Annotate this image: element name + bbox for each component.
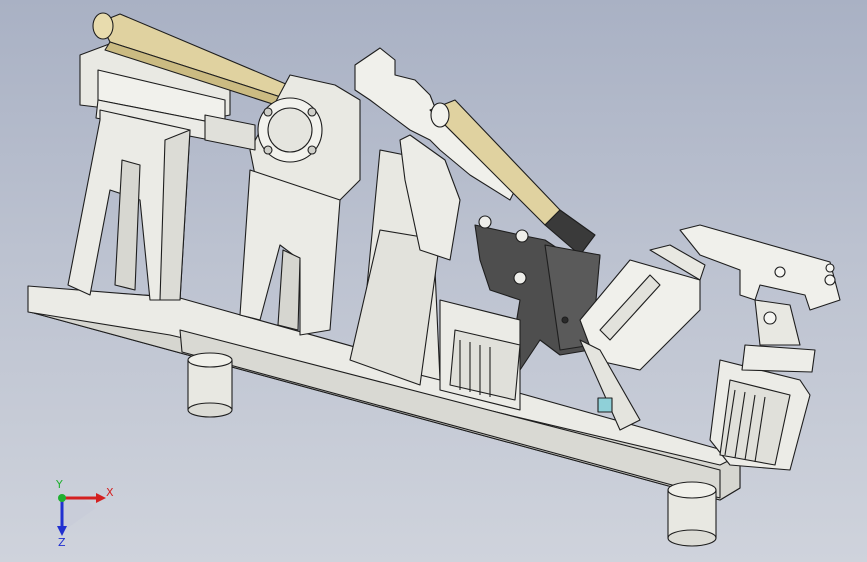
- triad-plane-icon: [62, 496, 96, 532]
- z-axis-label: Z: [58, 536, 66, 548]
- cad-model[interactable]: [0, 0, 867, 562]
- x-axis-label: X: [106, 486, 114, 499]
- support-foot-right: [667, 481, 717, 547]
- y-axis-dot-icon: [58, 494, 66, 502]
- coordinate-triad: X Y Z: [40, 478, 120, 549]
- right-lower-cylinder: [709, 299, 816, 471]
- 3d-viewport[interactable]: X Y Z: [0, 0, 867, 562]
- y-axis-label: Y: [55, 478, 63, 491]
- support-foot-left: [187, 352, 233, 418]
- center-guide-block: [439, 299, 521, 411]
